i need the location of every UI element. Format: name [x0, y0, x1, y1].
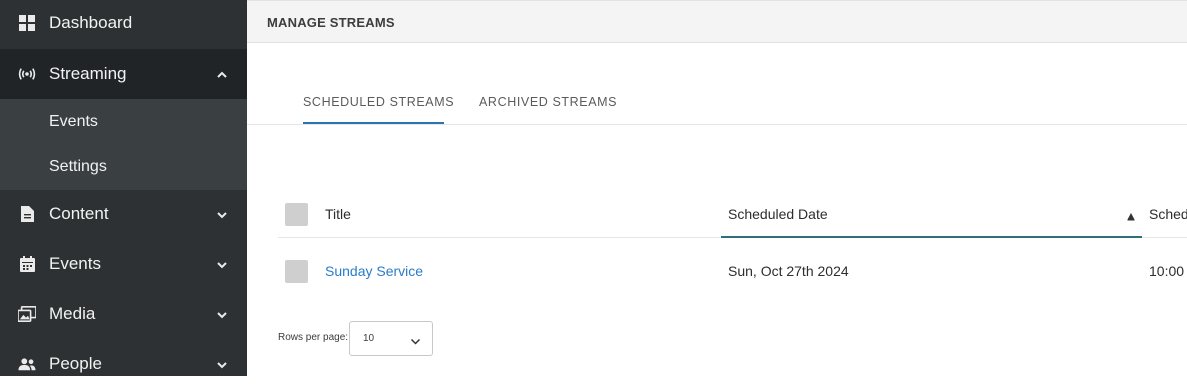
- grid-icon: [18, 14, 36, 32]
- row-checkbox[interactable]: [285, 260, 308, 283]
- chevron-down-icon: [215, 307, 229, 321]
- rows-per-page-label: Rows per page:: [278, 332, 349, 343]
- rows-per-page-value: 10: [363, 333, 375, 344]
- tab-archived-streams[interactable]: ARCHIVED STREAMS: [479, 95, 617, 109]
- sidebar-item-streaming[interactable]: Streaming: [0, 49, 247, 99]
- chevron-down-icon: [215, 207, 229, 221]
- stream-title-link[interactable]: Sunday Service: [325, 263, 423, 279]
- media-icon: [18, 305, 36, 323]
- chevron-up-icon: [215, 67, 229, 81]
- stream-scheduled-date: Sun, Oct 27th 2024: [728, 263, 849, 279]
- page-header: MANAGE STREAMS: [247, 0, 1187, 43]
- rows-per-page-select[interactable]: 10: [349, 321, 433, 356]
- chevron-down-icon: [215, 357, 229, 371]
- sidebar-item-content[interactable]: Content: [0, 189, 247, 239]
- column-header-scheduled-date[interactable]: Scheduled Date: [728, 206, 828, 222]
- select-all-checkbox[interactable]: [285, 203, 308, 226]
- tab-scheduled-streams[interactable]: SCHEDULED STREAMS: [303, 95, 454, 109]
- column-header-scheduled-time[interactable]: Sched: [1149, 206, 1187, 222]
- tabs-divider: [247, 124, 1187, 125]
- sidebar-item-people[interactable]: People: [0, 339, 247, 389]
- sidebar-item-label: Events: [49, 254, 101, 273]
- sidebar-item-dashboard[interactable]: Dashboard: [0, 0, 247, 48]
- sidebar: Dashboard Streaming Events Settings Cont…: [0, 0, 247, 376]
- column-header-title[interactable]: Title: [325, 206, 351, 222]
- broadcast-icon: [18, 65, 36, 83]
- sidebar-subitem-settings[interactable]: Settings: [49, 158, 107, 176]
- sidebar-item-events[interactable]: Events: [0, 239, 247, 289]
- chevron-down-icon: [215, 257, 229, 271]
- document-icon: [18, 205, 36, 223]
- sidebar-subitem-events[interactable]: Events: [49, 113, 98, 131]
- chevron-down-icon: [410, 334, 421, 345]
- people-icon: [18, 355, 36, 373]
- sidebar-item-label: Content: [49, 204, 109, 223]
- sidebar-item-label: Dashboard: [49, 13, 133, 32]
- sidebar-item-label: Media: [49, 304, 96, 323]
- page-title: MANAGE STREAMS: [267, 15, 395, 30]
- stream-scheduled-time: 10:00: [1149, 263, 1185, 279]
- calendar-icon: [18, 255, 36, 273]
- active-tab-indicator: [303, 122, 444, 124]
- sidebar-item-label: Streaming: [49, 64, 127, 83]
- sidebar-item-label: People: [49, 354, 102, 373]
- sorted-column-indicator: [721, 236, 1142, 238]
- sidebar-item-media[interactable]: Media: [0, 289, 247, 339]
- streaming-submenu: Events Settings: [0, 99, 247, 190]
- sort-ascending-icon[interactable]: [1127, 208, 1135, 221]
